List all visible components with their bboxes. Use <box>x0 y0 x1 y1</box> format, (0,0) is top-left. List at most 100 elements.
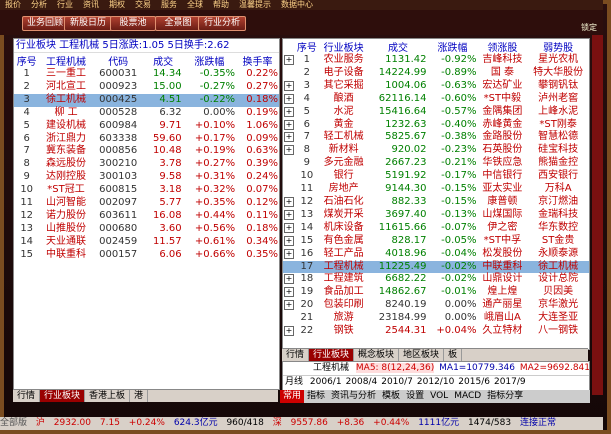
expand-cell[interactable] <box>283 67 295 80</box>
expand-cell[interactable]: + <box>283 131 295 144</box>
menu-item[interactable]: 期权 <box>109 0 125 9</box>
table-row[interactable]: +19 食品加工 14862.67 -0.01% 煌上煌 贝因美 <box>283 286 589 299</box>
expand-cell[interactable]: + <box>283 119 295 132</box>
table-row[interactable]: 10 银行 5191.92 -0.17% 中信银行 西安银行 <box>283 170 589 183</box>
tab[interactable]: 香港上板 <box>85 390 131 402</box>
indicator-tab[interactable]: 设置 <box>403 390 427 403</box>
col-header[interactable]: 序号 <box>295 39 319 54</box>
col-header[interactable]: 工程机械 <box>39 53 92 68</box>
table-row[interactable]: +4 酿酒 62116.14 -0.60% *ST中毅 泸州老窖 <box>283 93 589 106</box>
menu-item[interactable]: 数据中心 <box>281 0 313 9</box>
table-row[interactable]: 12 诺力股份 603611 16.08 +0.44% 0.11% <box>14 210 279 223</box>
expand-cell[interactable]: + <box>283 286 295 299</box>
menu-item[interactable]: 温馨提示 <box>239 0 271 9</box>
table-row[interactable]: +13 煤炭开采 3697.40 -0.13% 山煤国际 金瑞科技 <box>283 209 589 222</box>
expand-icon[interactable]: + <box>284 326 294 337</box>
table-row[interactable]: 13 山推股份 000680 3.60 +0.56% 0.18% <box>14 223 279 236</box>
expand-cell[interactable]: + <box>283 273 295 286</box>
expand-icon[interactable]: + <box>284 119 294 130</box>
table-row[interactable]: 9 达刚控股 300103 9.58 +0.31% 0.24% <box>14 171 279 184</box>
table-row[interactable]: 2 河北宣工 000923 15.00 -0.27% 0.27% <box>14 81 279 94</box>
table-row[interactable]: 2 电子设备 14224.99 -0.89% 国 泰 特大华股份 <box>283 67 589 80</box>
table-row[interactable]: 11 山河智能 002097 5.77 +0.35% 0.12% <box>14 197 279 210</box>
tab[interactable]: 地区板块 <box>399 349 445 361</box>
expand-icon[interactable]: + <box>284 55 294 65</box>
col-header[interactable]: 涨跌幅 <box>428 39 478 54</box>
indicator-tab[interactable]: MACD <box>451 390 484 403</box>
col-header[interactable]: 序号 <box>14 53 39 68</box>
indicator-tab[interactable]: 模板 <box>379 390 403 403</box>
table-row[interactable]: 4 柳 工 000528 6.32 0.00% 0.19% <box>14 107 279 120</box>
expand-cell[interactable]: + <box>283 80 295 93</box>
period-label[interactable]: 月线 <box>285 377 303 387</box>
expand-cell[interactable]: + <box>283 222 295 235</box>
expand-cell[interactable]: + <box>283 299 295 312</box>
expand-icon[interactable]: + <box>284 248 294 259</box>
tab[interactable]: 行业板块 <box>40 390 86 402</box>
toolbar-button[interactable]: 全景图 <box>155 16 201 31</box>
table-row[interactable]: +12 石油石化 882.33 -0.15% 康普顿 京汀燃油 <box>283 196 589 209</box>
table-row[interactable]: +14 机床设备 11615.66 -0.07% 伊之密 华东数控 <box>283 222 589 235</box>
expand-icon[interactable]: + <box>284 209 294 220</box>
col-header[interactable]: 成交 <box>144 53 183 68</box>
toolbar-button[interactable]: 新股日历 <box>64 16 112 31</box>
expand-icon[interactable]: + <box>284 93 294 104</box>
menu-item[interactable]: 帮助 <box>213 0 229 9</box>
menu-item[interactable]: 资讯 <box>83 0 99 9</box>
table-row[interactable]: +18 工程建筑 6682.22 -0.02% 山鼎设计 设计总院 <box>283 273 589 286</box>
expand-cell[interactable]: + <box>283 196 295 209</box>
table-row[interactable]: 8 森远股份 300210 3.78 +0.27% 0.39% <box>14 158 279 171</box>
toolbar-button[interactable]: 股票池 <box>110 16 156 31</box>
table-row[interactable]: +15 有色金属 828.17 -0.05% *ST中孚 ST金贵 <box>283 235 589 248</box>
menu-item[interactable]: 全球 <box>187 0 203 9</box>
col-header[interactable]: 涨跌幅 <box>183 53 237 68</box>
tab[interactable]: 行情 <box>13 390 41 402</box>
expand-cell[interactable] <box>283 170 295 183</box>
col-header[interactable]: 行业板块 <box>319 39 369 54</box>
menu-item[interactable]: 服务 <box>161 0 177 9</box>
expand-icon[interactable]: + <box>284 106 294 117</box>
expand-icon[interactable]: + <box>284 196 294 207</box>
indicator-tab[interactable]: 指标分享 <box>484 390 526 403</box>
expand-icon[interactable]: + <box>284 222 294 233</box>
toolbar-button[interactable]: 行业分析 <box>198 16 246 31</box>
table-row[interactable]: 3 徐工机械 000425 4.51 -0.22% 0.18% <box>14 93 279 107</box>
expand-cell[interactable] <box>283 260 295 274</box>
expand-icon[interactable]: + <box>284 80 294 91</box>
table-row[interactable]: +7 轻工机械 5825.67 -0.38% 金路股份 智慧松德 <box>283 131 589 144</box>
expand-cell[interactable]: + <box>283 106 295 119</box>
tab[interactable]: 板 <box>444 349 463 361</box>
indicator-tab[interactable]: 资讯与分析 <box>328 390 379 403</box>
col-header[interactable]: 代码 <box>93 53 144 68</box>
table-row[interactable]: 17 工程机械 11225.49 -0.02% 中联重科 徐工机械 <box>283 260 589 274</box>
indicator-tab[interactable]: 指标 <box>304 390 328 403</box>
table-row[interactable]: +1 农业服务 1131.42 -0.92% 吉峰科技 星光农机 <box>283 54 589 67</box>
tab[interactable]: 行情 <box>282 349 310 361</box>
lock-label[interactable]: 锁定 <box>581 22 597 33</box>
expand-cell[interactable]: + <box>283 144 295 157</box>
expand-cell[interactable] <box>283 183 295 196</box>
expand-icon[interactable]: + <box>284 145 294 156</box>
expand-cell[interactable]: + <box>283 93 295 106</box>
expand-cell[interactable]: + <box>283 54 295 67</box>
table-row[interactable]: +6 黄金 1232.63 -0.40% 赤峰黄金 *ST刚泰 <box>283 119 589 132</box>
expand-cell[interactable] <box>283 312 295 325</box>
expand-cell[interactable] <box>283 157 295 170</box>
menu-item[interactable]: 行业 <box>57 0 73 9</box>
expand-cell[interactable]: + <box>283 325 295 338</box>
col-header[interactable]: 成交 <box>369 39 428 54</box>
expand-icon[interactable]: + <box>284 132 294 143</box>
menu-item[interactable]: 分析 <box>31 0 47 9</box>
table-row[interactable]: 15 中联重科 000157 6.06 +0.66% 0.35% <box>14 249 279 262</box>
expand-icon[interactable]: + <box>284 274 294 285</box>
tab[interactable]: 港 <box>130 390 149 402</box>
expand-cell[interactable]: + <box>283 248 295 261</box>
toolbar-button[interactable]: 业务回顾 <box>22 16 68 31</box>
expand-cell[interactable]: + <box>283 235 295 248</box>
col-header[interactable]: 弱势股 <box>527 39 589 54</box>
expand-icon[interactable]: + <box>284 235 294 246</box>
table-row[interactable]: +8 新材料 920.02 -0.23% 石英股份 硅宝科技 <box>283 144 589 157</box>
indicator-tab[interactable]: VOL <box>427 390 451 403</box>
table-row[interactable]: 21 旅游 23184.99 0.00% 峨眉山A 大连圣亚 <box>283 312 589 325</box>
col-header[interactable]: 领涨股 <box>478 39 528 54</box>
